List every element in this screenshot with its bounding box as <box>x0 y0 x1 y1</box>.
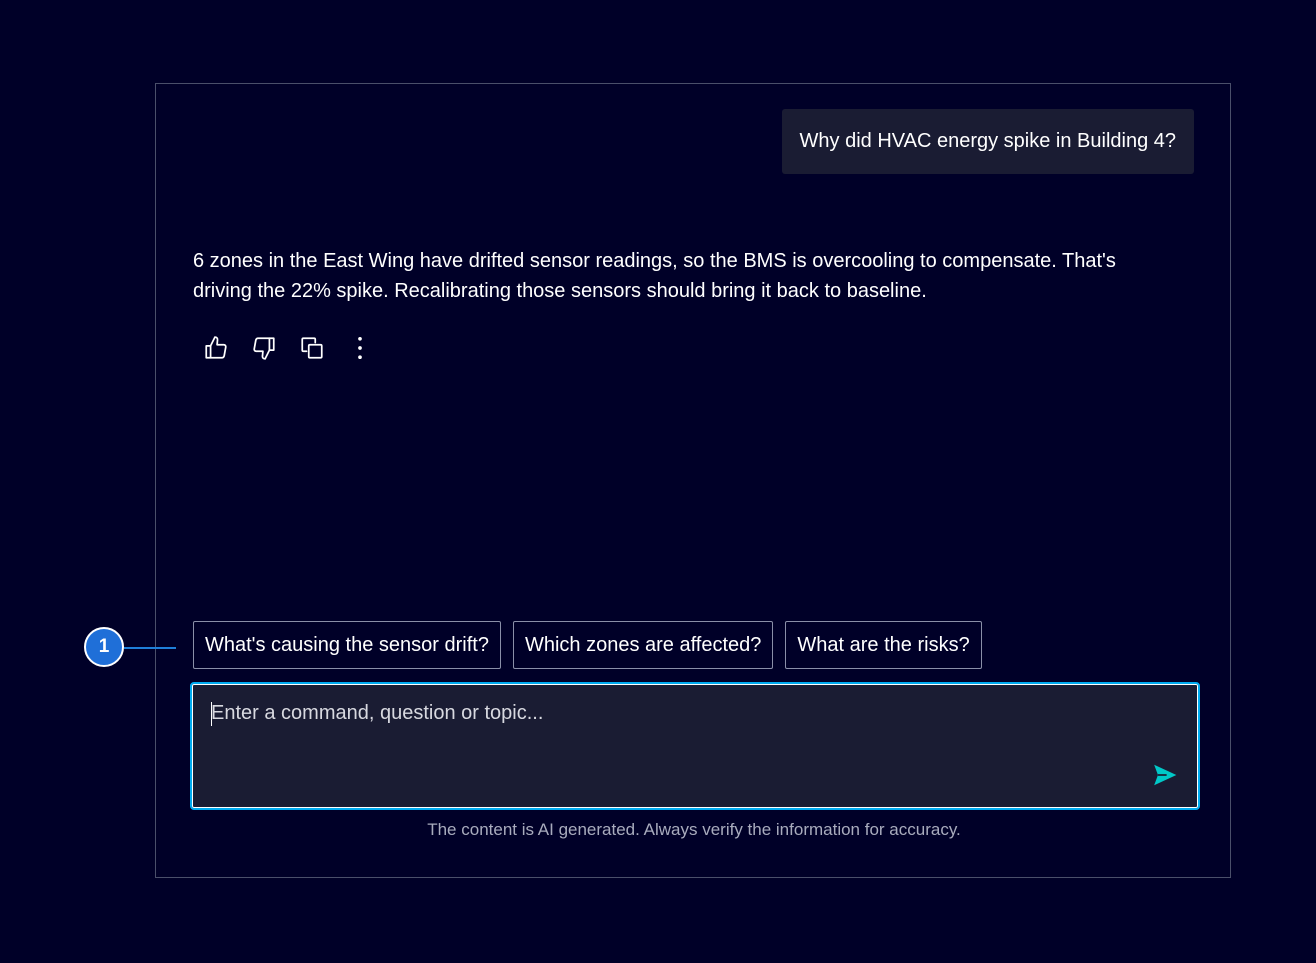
chat-panel: Why did HVAC energy spike in Building 4?… <box>155 83 1231 878</box>
send-icon <box>1154 764 1177 786</box>
callout-number: 1 <box>98 636 110 657</box>
suggestion-chips: What's causing the sensor drift? Which z… <box>193 621 982 669</box>
thumbs-down-button[interactable] <box>248 332 280 364</box>
suggestion-chip[interactable]: Which zones are affected? <box>512 621 774 669</box>
callout-marker: 1 <box>84 627 124 667</box>
thumbs-down-icon <box>253 337 275 360</box>
prompt-placeholder: Enter a command, question or topic... <box>211 702 544 724</box>
prompt-input[interactable]: Enter a command, question or topic... <box>190 682 1200 810</box>
copy-icon <box>301 337 323 359</box>
user-message-bubble: Why did HVAC energy spike in Building 4? <box>781 109 1194 174</box>
copy-button[interactable] <box>296 332 328 364</box>
more-vertical-icon <box>358 336 362 360</box>
suggestion-chip[interactable]: What are the risks? <box>785 621 982 669</box>
thumbs-up-button[interactable] <box>200 332 232 364</box>
ai-response-text: 6 zones in the East Wing have drifted se… <box>193 250 1116 302</box>
callout-connector <box>124 647 176 649</box>
response-actions <box>200 332 376 364</box>
send-button[interactable] <box>1150 760 1180 790</box>
thumbs-up-icon <box>205 336 227 359</box>
suggestion-chip[interactable]: What's causing the sensor drift? <box>193 621 501 669</box>
ai-disclaimer: The content is AI generated. Always veri… <box>427 820 961 839</box>
text-caret <box>211 702 212 726</box>
user-message-text: Why did HVAC energy spike in Building 4? <box>799 130 1176 152</box>
more-options-button[interactable] <box>344 332 376 364</box>
